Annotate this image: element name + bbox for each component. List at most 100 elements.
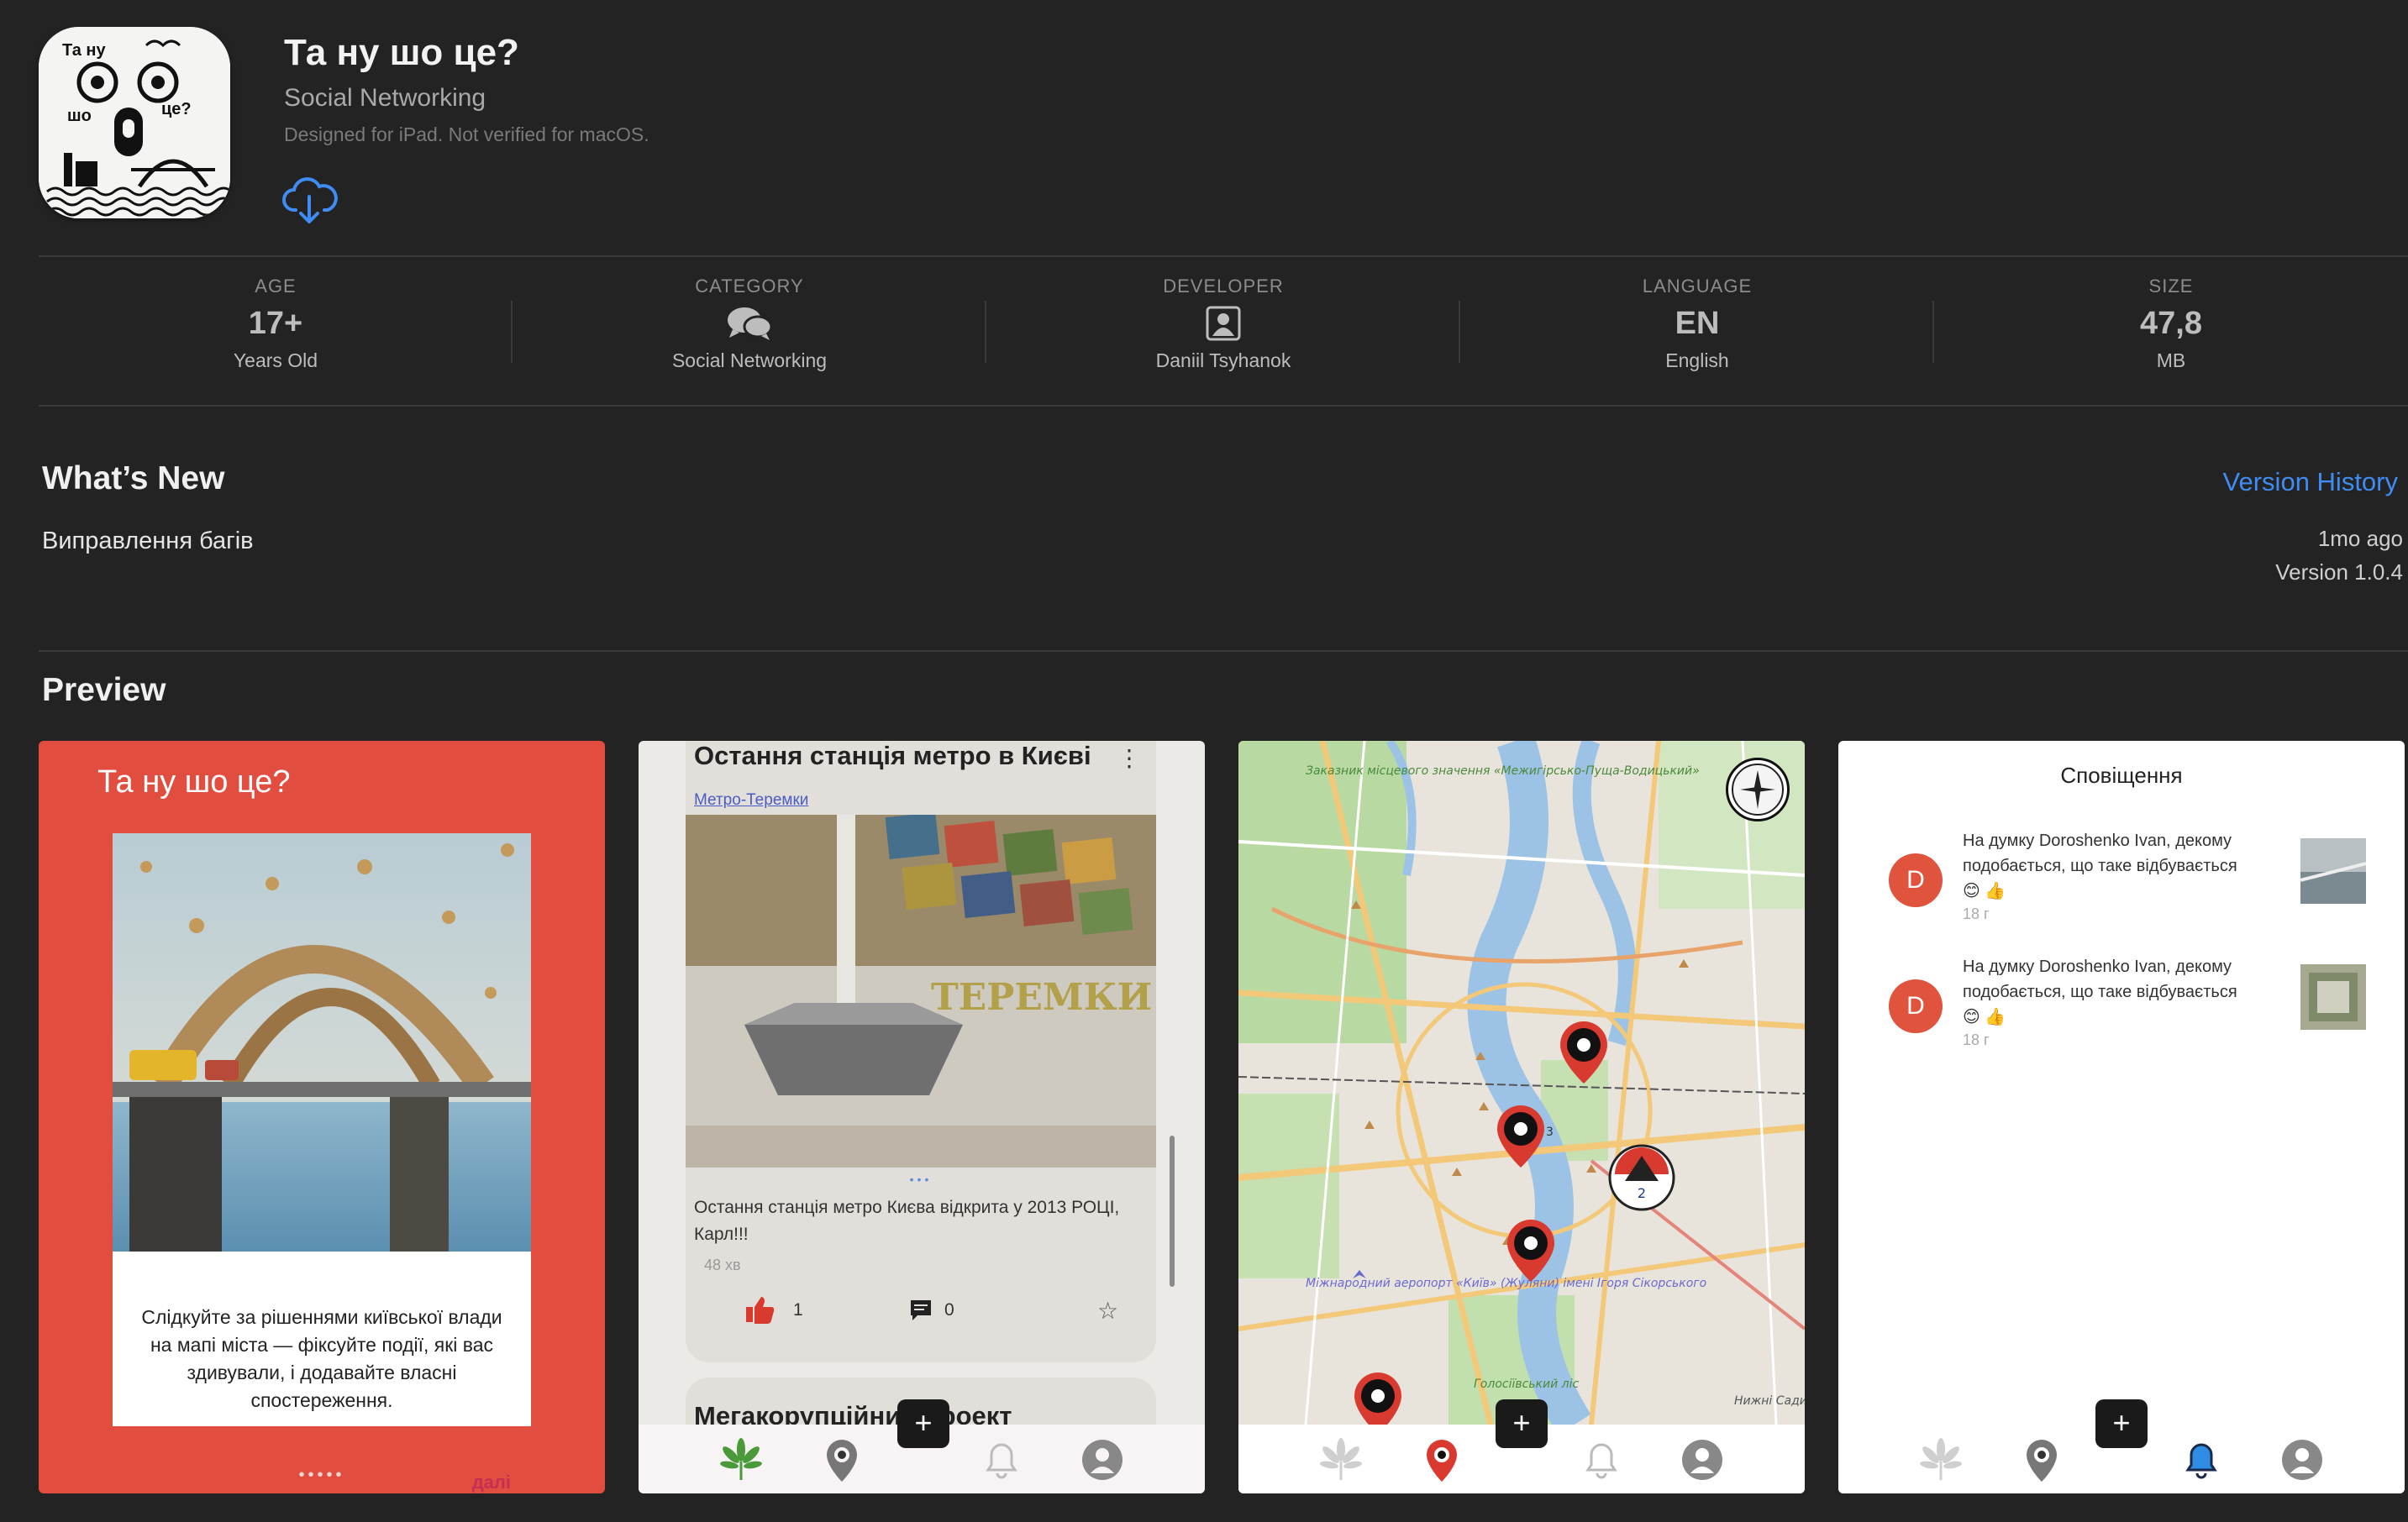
comment-icon[interactable] (909, 1299, 933, 1322)
info-sub: MB (2156, 349, 2186, 371)
chestnut-leaf-icon[interactable] (1317, 1436, 1364, 1483)
notification-item[interactable]: D На думку Doroshenko Ivan, декому подоб… (1889, 828, 2366, 929)
profile-icon[interactable] (1079, 1436, 1126, 1483)
info-label: SIZE (2148, 276, 2194, 297)
info-sub: Daniil Tsyhanok (1155, 349, 1291, 371)
page-indicator: ••••• (298, 1466, 345, 1484)
post-photo: ТЕРЕМКИ (686, 815, 1156, 1168)
avatar: D (1889, 979, 1943, 1033)
map-pin-icon[interactable] (2018, 1436, 2065, 1483)
onboarding-text: Слідкуйте за рішеннями київської влади н… (141, 1306, 502, 1411)
post-tag[interactable]: Метро-Теремки (694, 791, 808, 810)
post-title: Остання станція метро в Києві (694, 741, 1091, 770)
info-value: 47,8 (2140, 306, 2202, 341)
add-post-button[interactable]: + (897, 1399, 949, 1448)
release-date: 1mo ago (2317, 526, 2403, 551)
icon-text-3: це? (161, 100, 192, 118)
marker-count: 3 (1546, 1126, 1554, 1139)
info-developer: DEVELOPER Daniil Tsyhanok (986, 276, 1460, 372)
icon-text-2: шо (67, 107, 92, 125)
map-label-reserve: Заказник місцевого значення «Межигірсько… (1306, 764, 1700, 778)
info-category: CATEGORY Social Networking (513, 276, 986, 372)
download-button[interactable] (281, 173, 338, 230)
avatar: D (1889, 853, 1943, 907)
post-menu-button[interactable]: ⋮ (1117, 744, 1141, 772)
map-pin-icon[interactable] (818, 1436, 865, 1483)
preview-screenshot-2[interactable]: Остання станція метро в Києві ⋮ Метро-Те… (639, 741, 1205, 1493)
info-language: LANGUAGE EN English (1460, 276, 1934, 372)
icon-text-1: Та ну (62, 41, 106, 60)
app-icon: Та ну шо це? (39, 27, 230, 218)
like-count: 1 (793, 1300, 803, 1320)
notification-time: 18 г (1963, 905, 1990, 922)
carousel-dots: ••• (909, 1173, 933, 1186)
cluster-count: 2 (1638, 1185, 1646, 1201)
onboarding-card: Слідкуйте за рішеннями київської влади н… (113, 833, 531, 1493)
preview-screenshot-4[interactable]: Сповіщення D На думку Doroshenko Ivan, д… (1838, 741, 2405, 1493)
info-sub: Years Old (233, 349, 318, 371)
compatibility-note: Designed for iPad. Not verified for macO… (284, 123, 649, 145)
like-icon[interactable] (744, 1295, 776, 1324)
bridge-illustration (113, 833, 531, 1252)
info-label: LANGUAGE (1642, 276, 1753, 297)
app-title: Та ну шо це? (284, 32, 519, 73)
notification-prefix: На думку (1963, 832, 2035, 850)
notification-time: 18 г (1963, 1031, 1990, 1048)
notification-item[interactable]: D На думку Doroshenko Ivan, декому подоб… (1889, 954, 2366, 1055)
info-label: AGE (255, 276, 297, 297)
cluster-marker: 2 (1608, 1144, 1675, 1211)
version-number: Version 1.0.4 (2275, 559, 2403, 585)
profile-icon[interactable] (2279, 1436, 2326, 1483)
app-category: Social Networking (284, 84, 486, 112)
favorite-star-icon[interactable]: ☆ (1097, 1297, 1118, 1325)
profile-icon[interactable] (1679, 1436, 1726, 1483)
info-value: EN (1675, 306, 1720, 341)
compass-button[interactable] (1726, 758, 1790, 821)
map-label-district: Нижні Сади (1734, 1394, 1805, 1408)
info-label: CATEGORY (695, 276, 804, 297)
info-size: SIZE 47,8 MB (1934, 276, 2408, 372)
map-label-airport: Міжнародний аеропорт «Київ» (Жуляни) іме… (1306, 1277, 1706, 1290)
preview-heading: Preview (42, 672, 166, 708)
release-notes: Виправлення багів (42, 527, 254, 554)
info-age: AGE 17+ Years Old (39, 276, 513, 372)
whats-new-heading: What’s New (42, 460, 225, 496)
person-icon (1206, 306, 1241, 341)
bell-icon[interactable] (1578, 1436, 1625, 1483)
info-value: 17+ (248, 306, 303, 341)
notification-prefix: На думку (1963, 958, 2035, 976)
info-label: DEVELOPER (1163, 276, 1284, 297)
notification-text: На думку Doroshenko Ivan, декому подобає… (1963, 954, 2240, 1030)
divider (39, 255, 2408, 257)
post-card: Остання станція метро в Києві ⋮ Метро-Те… (686, 741, 1156, 1362)
bell-icon[interactable] (978, 1436, 1025, 1483)
notification-text: На думку Doroshenko Ivan, декому подобає… (1963, 828, 2240, 904)
post-body: Остання станція метро Києва відкрита у 2… (694, 1198, 1120, 1244)
notification-thumbnail (2300, 964, 2366, 1030)
notifications-title: Сповіщення (2060, 763, 2183, 788)
map-pin-icon[interactable] (1418, 1436, 1465, 1483)
divider (39, 405, 2408, 407)
preview-screenshot-1[interactable]: Та ну шо це? Слідкуйте за рішеннями київ… (39, 741, 605, 1493)
comment-count: 0 (944, 1300, 954, 1320)
preview-screenshot-3[interactable]: Заказник місцевого значення «Межигірсько… (1238, 741, 1805, 1493)
notification-author: Doroshenko Ivan, (2038, 832, 2171, 850)
divider (39, 650, 2408, 652)
chestnut-leaf-icon[interactable] (718, 1436, 765, 1483)
map-label-forest: Голосіївський ліс (1474, 1378, 1579, 1391)
info-sub: English (1665, 349, 1729, 371)
bell-icon[interactable] (2178, 1436, 2225, 1483)
photo-sign: ТЕРЕМКИ (931, 976, 1152, 1019)
screenshot-title: Та ну шо це? (97, 764, 291, 800)
notification-author: Doroshenko Ivan, (2038, 958, 2171, 976)
scrollbar[interactable] (1170, 1136, 1175, 1287)
chestnut-leaf-icon[interactable] (1917, 1436, 1964, 1483)
post-time: 48 хв (704, 1257, 741, 1273)
version-history-link[interactable]: Version History (2223, 467, 2398, 497)
notification-thumbnail (2300, 838, 2366, 904)
compass-icon (1732, 764, 1784, 816)
cloud-download-icon (282, 177, 338, 223)
city-map[interactable]: Заказник місцевого значення «Межигірсько… (1238, 741, 1805, 1425)
add-post-button[interactable]: + (2095, 1399, 2148, 1448)
add-post-button[interactable]: + (1496, 1399, 1548, 1448)
